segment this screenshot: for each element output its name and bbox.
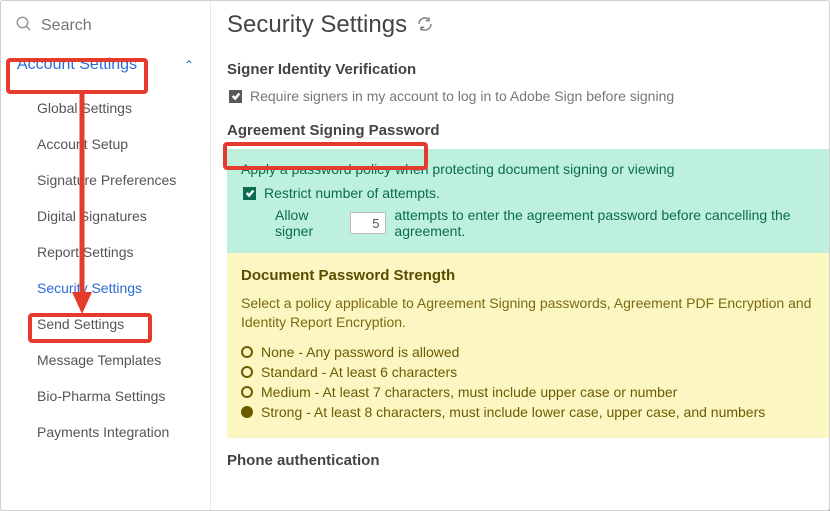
nav-parent-label: Account Settings [17, 56, 137, 74]
strength-option-none[interactable]: None - Any password is allowed [241, 342, 815, 362]
sidebar-item-account-setup[interactable]: Account Setup [1, 126, 210, 162]
radio-icon [241, 366, 253, 378]
require-login-checkbox[interactable] [229, 90, 242, 103]
page-title-row: Security Settings [227, 11, 829, 39]
strength-option-label: Medium - At least 7 characters, must inc… [261, 384, 677, 400]
page-title: Security Settings [227, 11, 407, 39]
allow-prefix: Allow signer [275, 207, 342, 239]
attempts-input[interactable] [350, 212, 386, 234]
signer-heading: Signer Identity Verification [227, 61, 829, 78]
nav-children: Global Settings Account Setup Signature … [1, 84, 210, 450]
phone-auth-heading: Phone authentication [227, 452, 829, 469]
sidebar-item-digital-signatures[interactable]: Digital Signatures [1, 198, 210, 234]
sidebar-item-payments-integration[interactable]: Payments Integration [1, 414, 210, 450]
sidebar-item-signature-preferences[interactable]: Signature Preferences [1, 162, 210, 198]
nav-account-settings[interactable]: Account Settings ⌃ [1, 46, 210, 84]
strength-option-label: Strong - At least 8 characters, must inc… [261, 404, 765, 420]
sidebar-item-global-settings[interactable]: Global Settings [1, 90, 210, 126]
allow-suffix: attempts to enter the agreement password… [394, 207, 815, 239]
strength-description: Select a policy applicable to Agreement … [241, 294, 815, 332]
main-content: Security Settings Signer Identity Verifi… [211, 1, 829, 510]
sidebar-item-security-settings[interactable]: Security Settings [1, 270, 210, 306]
strength-option-label: None - Any password is allowed [261, 344, 459, 360]
restrict-attempts-row: Restrict number of attempts. [241, 185, 815, 201]
chevron-up-icon: ⌃ [184, 58, 194, 72]
sidebar-item-report-settings[interactable]: Report Settings [1, 234, 210, 270]
strength-option-label: Standard - At least 6 characters [261, 364, 457, 380]
strength-option-medium[interactable]: Medium - At least 7 characters, must inc… [241, 382, 815, 402]
radio-icon [241, 386, 253, 398]
sidebar-item-bio-pharma-settings[interactable]: Bio-Pharma Settings [1, 378, 210, 414]
restrict-attempts-checkbox[interactable] [243, 187, 256, 200]
allow-attempts-row: Allow signer attempts to enter the agree… [241, 207, 815, 239]
refresh-icon[interactable] [417, 11, 433, 39]
search-row [1, 7, 210, 46]
password-strength-panel: Document Password Strength Select a poli… [227, 253, 829, 438]
search-icon [15, 15, 33, 36]
require-login-row: Require signers in my account to log in … [227, 88, 829, 104]
sidebar: Account Settings ⌃ Global Settings Accou… [1, 1, 211, 510]
radio-icon [241, 406, 253, 418]
sidebar-item-send-settings[interactable]: Send Settings [1, 306, 210, 342]
agreement-heading: Agreement Signing Password [227, 122, 829, 139]
policy-title: Apply a password policy when protecting … [241, 161, 815, 177]
password-policy-panel: Apply a password policy when protecting … [227, 149, 829, 253]
restrict-attempts-label: Restrict number of attempts. [264, 185, 440, 201]
radio-icon [241, 346, 253, 358]
strength-heading: Document Password Strength [241, 267, 815, 284]
sidebar-item-message-templates[interactable]: Message Templates [1, 342, 210, 378]
search-input[interactable] [41, 17, 196, 35]
require-login-label: Require signers in my account to log in … [250, 88, 674, 104]
strength-option-strong[interactable]: Strong - At least 8 characters, must inc… [241, 402, 815, 422]
strength-option-standard[interactable]: Standard - At least 6 characters [241, 362, 815, 382]
